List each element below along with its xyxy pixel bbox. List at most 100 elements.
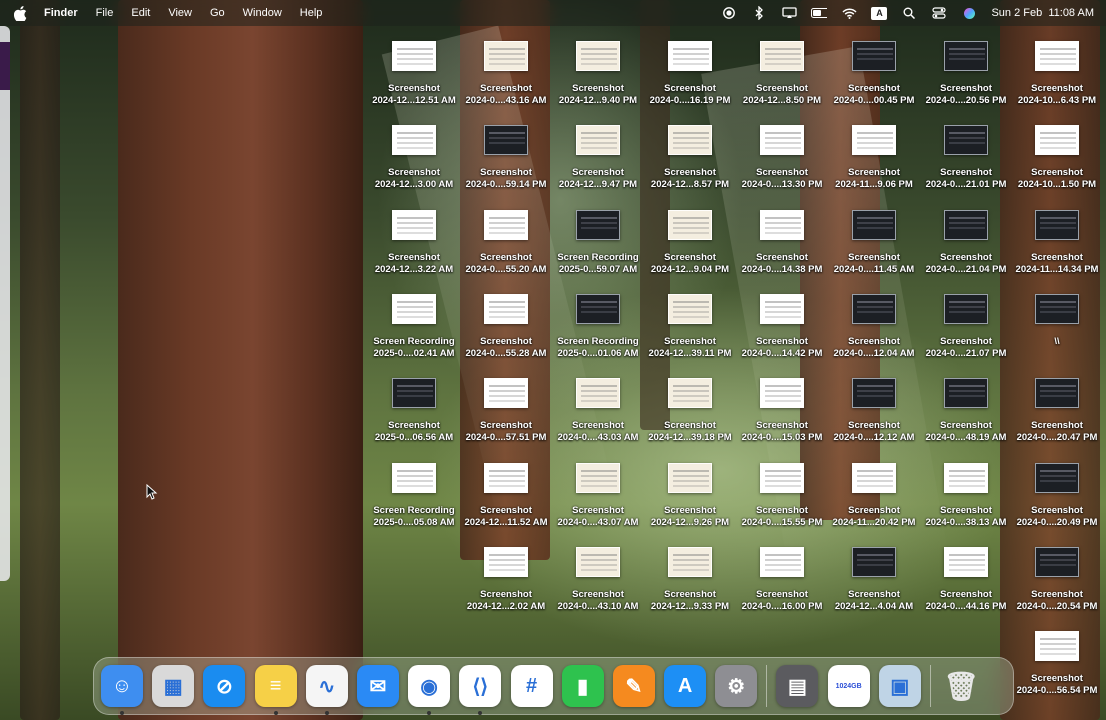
vscode-app-icon[interactable]: ⟨⟩ [459,665,502,715]
desktop-file-icon[interactable]: Screenshot 2024-12...9.47 PM [552,119,644,199]
preview-app-icon[interactable]: ▣ [878,665,921,707]
desktop-file-icon[interactable]: Screenshot 2024-0....44.16 PM [920,541,1012,621]
desktop-file-icon[interactable]: Screenshot 2024-0....57.51 PM [460,372,552,452]
file-name-label: Screenshot [848,335,900,347]
desktop-file-icon[interactable]: Screenshot 2024-12...3.22 AM [368,204,460,284]
desktop-file-icon[interactable]: Screenshot 2024-0....14.42 PM [736,288,828,368]
desktop-file-icon[interactable]: Screenshot 2024-12...8.57 PM [644,119,736,199]
control-center-icon[interactable] [931,5,947,21]
battery-icon[interactable] [811,5,828,21]
desktop-file-icon[interactable]: Screenshot 2024-0....15.55 PM [736,457,828,537]
desktop-file-icon[interactable]: Screenshot 2024-0....16.00 PM [736,541,828,621]
file-thumbnail [1035,293,1079,324]
desktop-file-icon[interactable]: Screenshot 2024-12...9.40 PM [552,35,644,115]
desktop-file-icon[interactable]: Screenshot 2024-0....20.56 PM [920,35,1012,115]
desktop-file-icon[interactable]: Screenshot 2024-12...9.04 PM [644,204,736,284]
desktop-file-icon[interactable]: Screenshot 2024-12...9.33 PM [644,541,736,621]
menu-finder[interactable]: Finder [44,7,78,19]
desktop-file-icon[interactable]: Screenshot 2024-11...14.34 PM [1011,204,1103,284]
screen-mirroring-icon[interactable] [781,5,797,21]
menu-edit[interactable]: Edit [131,7,150,19]
desktop-file-icon[interactable]: Screenshot 2024-10...1.50 PM [1011,119,1103,199]
launchpad-app-icon[interactable]: ▦ [152,665,195,707]
desktop-file-icon[interactable]: Screen Recording 2025-0....01.06 AM [552,288,644,368]
desktop-file-icon[interactable]: Screenshot 2024-0....21.07 PM [920,288,1012,368]
numbers-app-icon[interactable]: ▮ [561,665,604,707]
desktop-file-icon[interactable]: Screenshot 2024-12...12.51 AM [368,35,460,115]
apple-menu-icon[interactable] [14,5,30,21]
desktop-file-icon[interactable]: Screenshot 2024-0....20.54 PM [1011,541,1103,621]
desktop-file-icon[interactable]: Screen Recording 2025-0...59.07 AM [552,204,644,284]
desktop-file-icon[interactable]: Screenshot 2024-12...8.50 PM [736,35,828,115]
storage-app-icon[interactable]: 1024GB [827,665,870,707]
app-store-app-icon[interactable]: A [664,665,707,707]
mail-app-icon[interactable]: ✉ [356,665,399,707]
desktop-file-icon[interactable]: Screenshot 2024-0....38.13 AM [920,457,1012,537]
desktop-file-icon[interactable]: Screenshot 2024-0....21.01 PM [920,119,1012,199]
notes-app-icon[interactable]: ≡ [254,665,297,715]
safari-app-icon[interactable]: ⊘ [203,665,246,707]
finder-app-icon[interactable]: ☺ [101,665,143,715]
desktop-file-icon[interactable]: Screenshot 2024-0....55.20 AM [460,204,552,284]
file-name-label: Screenshot [664,588,716,600]
desktop-file-icon[interactable]: Screenshot 2024-11...9.06 PM [828,119,920,199]
desktop-file-icon[interactable]: Screen Recording 2025-0....05.08 AM [368,457,460,537]
pages-app-icon[interactable]: ✎ [612,665,655,707]
bluetooth-icon[interactable] [751,5,767,21]
desktop-file-icon[interactable]: Screenshot 2024-12...3.00 AM [368,119,460,199]
menu-window[interactable]: Window [243,7,282,19]
desktop-file-icon[interactable]: Screenshot 2024-0....14.38 PM [736,204,828,284]
desktop-file-icon[interactable]: Screenshot 2024-0....15.03 PM [736,372,828,452]
desktop-file-icon[interactable]: Screenshot 2024-12...2.02 AM [460,541,552,621]
desktop-file-icon[interactable]: Screenshot 2024-12...39.11 PM [644,288,736,368]
desktop-file-icon[interactable]: Screenshot 2024-0....43.10 AM [552,541,644,621]
desktop-file-icon[interactable]: Screenshot 2024-10...6.43 PM [1011,35,1103,115]
desktop-file-icon[interactable]: Screenshot 2024-0....12.12 AM [828,372,920,452]
desktop-file-icon[interactable]: Screenshot 2024-0....59.14 PM [460,119,552,199]
file-name-label: Screen Recording [373,504,455,516]
file-date-label: 2025-0....02.41 AM [373,347,455,359]
chrome-app-icon[interactable]: ◉ [408,665,451,715]
trash-icon[interactable]: 🗑 [940,665,982,707]
desktop-file-icon[interactable]: Screenshot 2024-0....00.45 PM [828,35,920,115]
desktop-file-icon[interactable]: \\ [1011,288,1103,368]
calculator-app-icon[interactable]: ▤ [776,665,819,707]
desktop-file-icon[interactable]: Screenshot 2024-0....16.19 PM [644,35,736,115]
app-glyph: # [525,674,538,697]
desktop-file-icon[interactable]: Screenshot 2024-0....20.47 PM [1011,372,1103,452]
menu-go[interactable]: Go [210,7,225,19]
desktop-file-icon[interactable]: Screenshot 2024-0....12.04 AM [828,288,920,368]
desktop-file-icon[interactable]: Screenshot 2024-0....55.28 AM [460,288,552,368]
freeform-app-icon[interactable]: ∿ [305,665,348,715]
desktop-file-icon[interactable]: Screenshot 2024-11...20.42 PM [828,457,920,537]
desktop-file-icon[interactable]: Screenshot 2025-0...06.56 AM [368,372,460,452]
desktop-file-icon[interactable]: Screenshot 2024-0....13.30 PM [736,119,828,199]
desktop-file-icon[interactable]: Screenshot 2024-12...4.04 AM [828,541,920,621]
slack-app-icon[interactable]: # [510,665,553,707]
desktop-file-icon[interactable]: Screenshot 2024-0....48.19 AM [920,372,1012,452]
siri-icon[interactable] [961,5,977,21]
desktop-file-icon[interactable]: Screen Recording 2025-0....02.41 AM [368,288,460,368]
desktop-file-icon[interactable]: Screenshot 2024-0....11.45 AM [828,204,920,284]
desktop-file-icon[interactable]: Screenshot 2024-0....21.04 PM [920,204,1012,284]
desktop-file-icon[interactable]: Screenshot 2024-0....56.54 PM [1011,625,1103,705]
file-date-label: 2024-0....55.20 AM [465,263,547,275]
file-thumbnail [668,378,712,409]
menu-view[interactable]: View [168,7,192,19]
menu-file[interactable]: File [96,7,114,19]
system-settings-app-icon[interactable]: ⚙ [715,665,758,707]
file-thumbnail [576,41,620,71]
desktop-file-icon[interactable]: Screenshot 2024-12...9.26 PM [644,457,736,537]
menu-bar-clock[interactable]: Sun 2 Feb 11:08 AM [991,7,1094,19]
desktop-file-icon[interactable]: Screenshot 2024-0....43.16 AM [460,35,552,115]
wifi-icon[interactable] [841,5,857,21]
desktop-file-icon[interactable]: Screenshot 2024-0....20.49 PM [1011,457,1103,537]
input-source-icon[interactable]: A [871,6,888,20]
desktop-file-icon[interactable]: Screenshot 2024-0....43.07 AM [552,457,644,537]
desktop-file-icon[interactable]: Screenshot 2024-0....43.03 AM [552,372,644,452]
search-icon[interactable] [901,5,917,21]
record-icon[interactable] [721,5,737,21]
desktop-file-icon[interactable]: Screenshot 2024-12...39.18 PM [644,372,736,452]
desktop-file-icon[interactable]: Screenshot 2024-12...11.52 AM [460,457,552,537]
menu-help[interactable]: Help [300,7,323,19]
